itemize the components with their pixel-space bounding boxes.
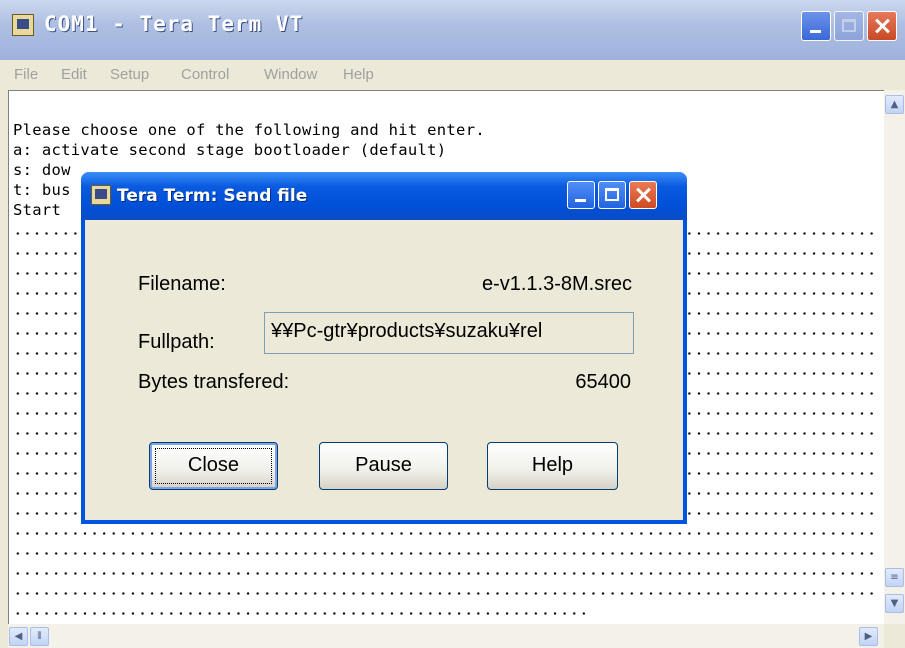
- teraterm-window: COM1 - Tera Term VT File Edit Setup Cont…: [0, 0, 905, 648]
- horizontal-scrollbar[interactable]: ◀ ⦀ ▶: [8, 624, 884, 648]
- menu-help[interactable]: Help: [343, 66, 374, 83]
- scroll-down-arrow-icon[interactable]: ▼: [885, 594, 904, 613]
- scroll-thumb[interactable]: ≡: [885, 568, 904, 587]
- terminal-line: Please choose one of the following and h…: [13, 121, 485, 139]
- help-button[interactable]: Help: [487, 442, 618, 490]
- vertical-scrollbar[interactable]: ▲ ≡ ▼: [884, 90, 905, 624]
- filename-label: Filename:: [138, 273, 226, 295]
- window-title: COM1 - Tera Term VT: [44, 12, 304, 36]
- dialog-minimize-button[interactable]: [567, 181, 595, 209]
- dot-row: [13, 612, 589, 615]
- scroll-right-arrow-icon[interactable]: ▶: [859, 627, 878, 646]
- dot-row: [13, 552, 877, 555]
- filename-value: e-v1.1.3-8M.srec: [481, 273, 632, 295]
- teraterm-app-icon[interactable]: [12, 14, 34, 36]
- close-window-button[interactable]: [867, 11, 897, 41]
- pause-button-label: Pause: [355, 454, 412, 476]
- terminal-line: Start: [13, 201, 71, 219]
- scroll-up-arrow-icon[interactable]: ▲: [885, 95, 904, 114]
- dialog-title: Tera Term: Send file: [117, 186, 308, 206]
- close-button[interactable]: Close: [149, 442, 278, 490]
- dialog-app-icon: [91, 185, 111, 205]
- menu-edit[interactable]: Edit: [61, 66, 87, 83]
- dot-row: [13, 532, 877, 535]
- bytes-transferred-label: Bytes transfered:: [138, 371, 290, 393]
- menu-file[interactable]: File: [14, 66, 38, 83]
- pause-button[interactable]: Pause: [319, 442, 448, 490]
- minimize-button[interactable]: [801, 11, 831, 41]
- horizontal-scroll-thumb[interactable]: ⦀: [30, 627, 49, 646]
- focus-outline: [155, 448, 272, 484]
- menu-control[interactable]: Control: [181, 66, 229, 83]
- fullpath-field[interactable]: ¥¥Pc-gtr¥products¥suzaku¥rel: [264, 312, 634, 354]
- dialog-title-bar[interactable]: Tera Term: Send file: [81, 172, 687, 220]
- terminal-line: s: dow: [13, 161, 71, 179]
- terminal-line: t: bus: [13, 181, 71, 199]
- menu-setup[interactable]: Setup: [110, 66, 149, 83]
- maximize-button[interactable]: [834, 11, 864, 41]
- scroll-left-arrow-icon[interactable]: ◀: [9, 627, 28, 646]
- dot-row: [13, 592, 877, 595]
- resize-grip-icon[interactable]: [884, 624, 905, 648]
- bytes-transferred-value: 65400: [575, 371, 631, 393]
- menu-window[interactable]: Window: [264, 66, 317, 83]
- menu-bar: File Edit Setup Control Window Help: [0, 60, 905, 90]
- title-bar[interactable]: COM1 - Tera Term VT: [0, 0, 905, 60]
- dialog-close-icon-button[interactable]: [629, 181, 657, 209]
- fullpath-label: Fullpath:: [138, 331, 215, 353]
- dot-row: [13, 572, 877, 575]
- help-button-label: Help: [531, 454, 574, 476]
- terminal-line: a: activate second stage bootloader (def…: [13, 141, 447, 159]
- dialog-maximize-button[interactable]: [598, 181, 626, 209]
